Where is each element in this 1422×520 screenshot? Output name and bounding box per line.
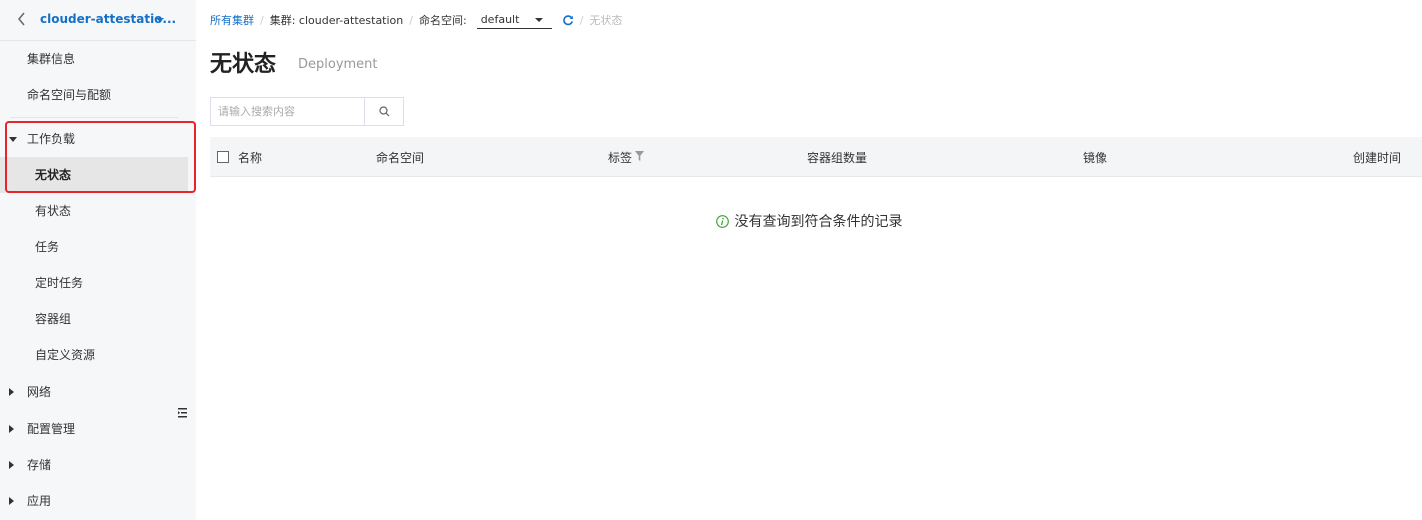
- sidebar-item-stateful[interactable]: 有状态: [0, 193, 188, 229]
- caret-right-icon: [9, 425, 14, 433]
- info-icon: [715, 214, 729, 228]
- page-subtitle: Deployment: [298, 57, 378, 72]
- back-icon[interactable]: [16, 11, 30, 29]
- table-header: 名称 命名空间 标签 容器组数量 镜像 创建时间: [210, 137, 1422, 177]
- cluster-switcher: clouder-attestatio...: [0, 0, 196, 41]
- sidebar-group-workload[interactable]: 工作负载: [0, 121, 188, 157]
- caret-down-icon: [9, 137, 17, 142]
- sidebar-item-pod[interactable]: 容器组: [0, 301, 188, 337]
- search-button[interactable]: [364, 98, 403, 125]
- breadcrumb-separator: /: [579, 13, 584, 27]
- breadcrumb-current: 无状态: [589, 14, 623, 27]
- sidebar-group-app[interactable]: 应用: [0, 483, 188, 519]
- namespace-label: 命名空间:: [418, 14, 467, 27]
- sidebar: clouder-attestatio... 集群信息 命名空间与配额 工作负载 …: [0, 0, 196, 520]
- empty-state-text: 没有查询到符合条件的记录: [734, 214, 903, 230]
- sidebar-group-label: 网络: [27, 385, 52, 399]
- refresh-icon[interactable]: [562, 14, 574, 26]
- sidebar-item-custom-resource[interactable]: 自定义资源: [0, 337, 188, 373]
- sidebar-group-label: 存储: [27, 458, 52, 472]
- page-title: 无状态: [210, 52, 277, 77]
- column-header-labels: 标签: [608, 151, 633, 165]
- sidebar-group-network[interactable]: 网络: [0, 374, 188, 410]
- column-header-name: 名称: [238, 151, 263, 165]
- breadcrumb-separator: /: [409, 13, 413, 27]
- chevron-down-icon[interactable]: [156, 18, 164, 22]
- empty-state: 没有查询到符合条件的记录: [196, 211, 1422, 231]
- select-all-checkbox[interactable]: [217, 151, 229, 163]
- sidebar-item-job[interactable]: 任务: [0, 229, 188, 265]
- caret-right-icon: [9, 461, 14, 469]
- search-box: [210, 97, 404, 126]
- search-icon: [378, 106, 390, 117]
- sidebar-item-cluster-info[interactable]: 集群信息: [0, 41, 188, 77]
- main-content: 所有集群 / 集群: clouder-attestation / 命名空间: d…: [196, 0, 1422, 520]
- column-header-image: 镜像: [1083, 151, 1108, 165]
- breadcrumb-separator: /: [260, 13, 264, 27]
- namespace-select[interactable]: default: [476, 11, 552, 29]
- column-header-pod-count: 容器组数量: [807, 151, 868, 165]
- sidebar-item-namespace-quota[interactable]: 命名空间与配额: [0, 77, 188, 113]
- breadcrumb-all-clusters[interactable]: 所有集群: [210, 12, 254, 28]
- sidebar-group-config[interactable]: 配置管理: [0, 411, 188, 447]
- chevron-down-icon: [535, 17, 544, 22]
- sidebar-item-cronjob[interactable]: 定时任务: [0, 265, 188, 301]
- breadcrumb-cluster: 集群: clouder-attestation: [269, 14, 404, 27]
- column-header-created: 创建时间: [1353, 151, 1402, 165]
- caret-right-icon: [9, 388, 14, 396]
- sidebar-divider: [10, 117, 178, 118]
- sidebar-group-storage[interactable]: 存储: [0, 447, 188, 483]
- collapse-sidebar-icon[interactable]: [178, 407, 187, 419]
- filter-icon[interactable]: [635, 150, 644, 162]
- sidebar-group-label: 应用: [27, 494, 52, 508]
- namespace-value: default: [480, 13, 520, 26]
- sidebar-group-label: 工作负载: [27, 132, 76, 146]
- sidebar-item-stateless[interactable]: 无状态: [0, 157, 188, 193]
- column-header-namespace: 命名空间: [376, 151, 425, 165]
- caret-right-icon: [9, 497, 14, 505]
- breadcrumb: 所有集群 / 集群: clouder-attestation / 命名空间: d…: [210, 11, 622, 29]
- search-input[interactable]: [211, 98, 365, 125]
- sidebar-group-label: 配置管理: [27, 422, 76, 436]
